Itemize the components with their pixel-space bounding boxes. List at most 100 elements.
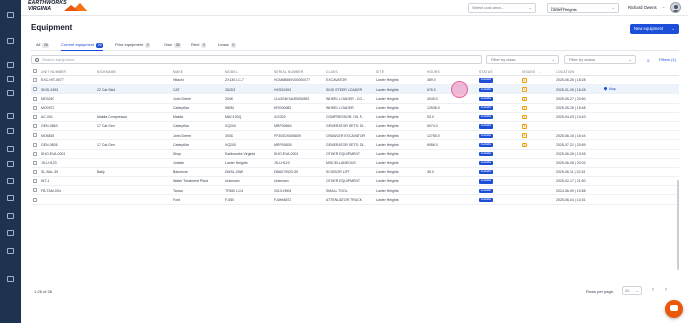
site-select[interactable]: Select site... Lanier Heights ⌄ [547, 3, 619, 13]
tab-current-equipment[interactable]: Current equipment 26 [61, 42, 104, 51]
chart-icon[interactable] [7, 76, 14, 82]
brand-line-2: VIRGINIA [28, 6, 52, 12]
cell-hours: 389.0 [427, 78, 436, 83]
row-checkbox[interactable] [33, 133, 37, 138]
map-link[interactable]: Map [603, 86, 616, 91]
file-icon[interactable] [7, 178, 14, 184]
class-filter-select[interactable]: Filter by class ⌄ [486, 55, 559, 64]
calendar-icon[interactable] [7, 146, 14, 152]
list-icon[interactable] [7, 195, 14, 201]
cell-serial: Unknown [274, 179, 289, 184]
issues-badge[interactable]: 1 [522, 78, 527, 83]
grid-icon[interactable] [7, 38, 14, 44]
status-filter-select[interactable]: Filter by status ⌄ [564, 55, 636, 64]
user-name[interactable]: Richard Owens [628, 5, 657, 10]
table-row[interactable]: JS-LH123 Jobsite Lanier Heights JS-LH123 MIS… [31, 159, 679, 168]
row-checkbox[interactable] [33, 170, 37, 175]
row-checkbox[interactable] [33, 179, 37, 184]
cell-location: 2025-06-16 | 16:44 [556, 133, 586, 138]
table-row[interactable]: SHO-EVA-0001 Shop Earthworks Virginia SHO-E… [31, 150, 679, 159]
row-checkbox[interactable] [33, 87, 37, 92]
bell-icon[interactable] [7, 230, 14, 236]
column-header[interactable]: MODEL [225, 70, 238, 74]
key-icon[interactable] [7, 276, 14, 282]
next-page-icon[interactable]: › [665, 287, 667, 293]
cost-area-select[interactable]: Select cost area... ⌄ [468, 3, 536, 13]
column-header[interactable]: LOCATION [556, 70, 574, 74]
rows-per-page-select[interactable]: 20 ⌄ [622, 286, 642, 295]
avatar[interactable] [670, 2, 681, 13]
table-row[interactable]: GEN-0863 17 Cat Gen Caterpillar XQ200 MRP008… [31, 122, 679, 132]
table-row[interactable]: SKID-2493 22 Cat Skid CAT 262D3 HXS02493 SKID… [31, 81, 679, 99]
issues-badge[interactable]: 1 [522, 87, 527, 92]
column-header[interactable]: ISSUES [522, 70, 535, 74]
row-checkbox[interactable] [33, 151, 37, 156]
table-row[interactable]: AC-001 Makita Compressor Makita MAC100Q 4123… [31, 113, 679, 122]
wrench-icon[interactable] [7, 90, 14, 96]
issues-badge[interactable]: 1 [522, 133, 527, 138]
tab-lease[interactable]: Lease 0 [218, 42, 236, 51]
table-row[interactable]: MO0972 Caterpillar 980M KRG00982 WHEEL LOADE… [31, 104, 679, 113]
filters-button[interactable]: ≡ Filters (1) [642, 55, 679, 64]
issues-badge[interactable]: 1 [522, 96, 527, 102]
table-row[interactable]: SL-BAL-39 Bally Balumore DMSL-26W DBA070923-… [31, 168, 679, 178]
chevron-down-icon[interactable]: ⌄ [662, 4, 665, 9]
cell-class: EXCAVATOR [326, 78, 347, 83]
cell-make: Ford [173, 197, 181, 202]
top-bar: EARTHWORKS VIRGINIA Select cost area... … [21, 0, 688, 16]
sort-descending-icon[interactable]: ↓ [540, 70, 542, 74]
row-checkbox[interactable] [33, 114, 37, 119]
cell-site: Lanier Heights [376, 105, 399, 110]
table-row[interactable]: WT-1 Water Treatment Plant Unknown Unknown O… [31, 177, 679, 187]
row-checkbox[interactable] [33, 188, 37, 193]
brand-logo[interactable]: EARTHWORKS VIRGINIA [28, 0, 108, 15]
column-header[interactable]: NICKNAME [97, 70, 116, 74]
column-header[interactable]: CLASS [326, 70, 338, 74]
menu-icon[interactable] [7, 12, 14, 18]
column-header[interactable]: MAKE [173, 70, 183, 74]
issues-badge[interactable]: 1 [522, 124, 527, 129]
table-row[interactable]: EXC-HIT-0077 Hitachi ZX130 LC-7 HCM6B660V00… [31, 76, 679, 86]
tab-rent[interactable]: Rent 0 [191, 42, 207, 51]
cell-serial: MRP00863 [274, 124, 292, 129]
column-header[interactable]: SITE [376, 70, 384, 74]
cell-make: Caterpillar [173, 105, 189, 110]
search-input[interactable]: Search equipment [31, 55, 482, 64]
row-checkbox[interactable] [33, 160, 37, 165]
column-header[interactable]: UNIT NUMBER [41, 70, 66, 74]
issues-badge[interactable]: 1 [522, 142, 527, 147]
row-checkbox[interactable] [33, 96, 37, 101]
row-checkbox[interactable] [33, 142, 37, 147]
issues-badge[interactable]: 1 [522, 114, 527, 120]
column-header[interactable]: SERIAL NUMBER [274, 70, 303, 74]
users-icon[interactable] [7, 213, 14, 219]
clipboard-icon[interactable] [7, 128, 14, 134]
table-row[interactable]: FB-TAM-004 Tamco TF660 L1/4 2013-H004 SMALL … [31, 186, 679, 196]
cell-unit: AC-001 [41, 115, 53, 120]
column-header[interactable]: STATUS [479, 70, 493, 74]
truck-icon[interactable] [7, 62, 14, 68]
tab-all[interactable]: All 26 [36, 42, 50, 51]
table-row[interactable]: GEN-0826 17 Cat Gen Caterpillar XQ200 MRP008… [31, 140, 679, 150]
tab-own[interactable]: Own 26 [164, 42, 182, 51]
select-all-checkbox[interactable] [33, 69, 37, 74]
chat-icon[interactable] [665, 300, 683, 318]
row-checkbox[interactable] [33, 124, 37, 129]
new-equipment-button[interactable]: New equipment ⌄ [630, 24, 679, 34]
table-row[interactable]: Ford F-550 FJdHr8872 ATTENUATOR TRUCK Lanier… [31, 195, 679, 205]
scrollbar[interactable] [677, 180, 679, 270]
row-checkbox[interactable] [33, 78, 37, 83]
row-checkbox[interactable] [33, 197, 37, 202]
issues-badge[interactable]: 1 [522, 105, 527, 111]
cell-nick: Makita Compressor [97, 115, 128, 120]
tools-icon[interactable] [7, 113, 14, 119]
tab-prior-equipment[interactable]: Prior equipment 0 [115, 42, 151, 51]
row-checkbox[interactable] [33, 105, 37, 110]
table-row[interactable]: MO3240 John Deere 204K 1LU204KXAZB034593 WHE… [31, 94, 679, 104]
column-header[interactable]: HOURS [427, 70, 440, 74]
previous-page-icon[interactable]: ‹ [652, 287, 654, 293]
puzzle-icon[interactable] [7, 248, 14, 254]
cell-model: TF660 L1/4 [225, 188, 243, 193]
table-row[interactable]: MO6835 John Deere 300D FF300DX605839 CRAWLER… [31, 131, 679, 141]
settings-icon[interactable] [7, 161, 14, 167]
